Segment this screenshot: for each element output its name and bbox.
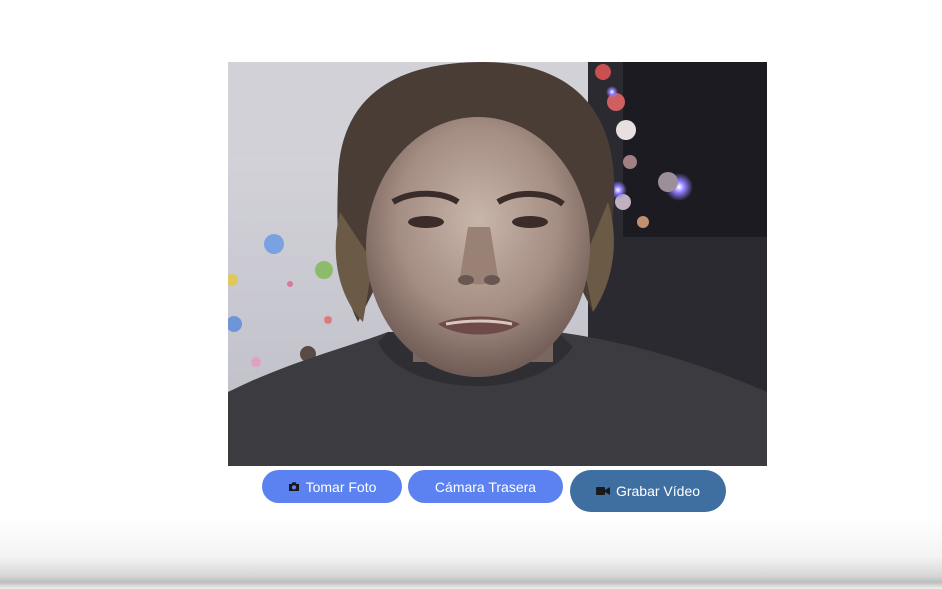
switch-camera-label: Cámara Trasera <box>434 478 537 495</box>
switch-camera-button[interactable]: Cámara Trasera <box>408 470 563 503</box>
camera-preview <box>228 62 767 466</box>
camera-icon <box>288 481 300 492</box>
record-video-button[interactable]: Grabar Vídeo <box>570 470 726 512</box>
record-video-label: Grabar Vídeo <box>615 483 701 499</box>
webcam-feed-image <box>228 62 767 466</box>
take-photo-label: Tomar Foto <box>305 478 377 495</box>
take-photo-button[interactable]: Tomar Foto <box>262 470 402 503</box>
camera-page: Tomar Foto Cámara Trasera Grabar Vídeo <box>0 0 942 589</box>
bottom-shadow <box>0 518 942 589</box>
video-camera-icon <box>595 486 610 496</box>
